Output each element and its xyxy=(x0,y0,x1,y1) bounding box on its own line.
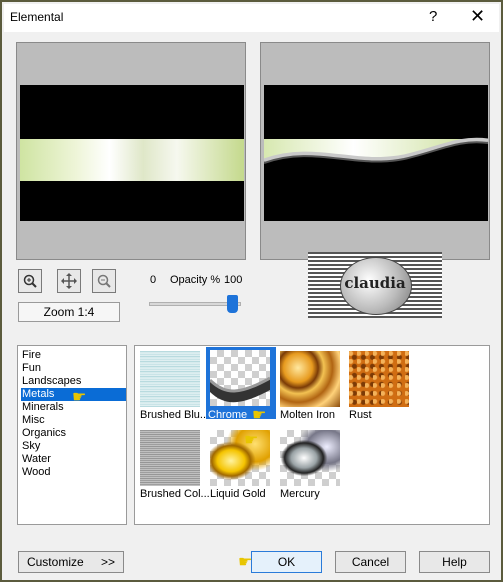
preset-mercury[interactable]: Mercury xyxy=(278,428,348,500)
help-button[interactable]: Help xyxy=(419,551,490,573)
category-fire[interactable]: Fire xyxy=(21,349,126,362)
category-misc[interactable]: Misc xyxy=(21,414,126,427)
close-button[interactable]: ✕ xyxy=(470,6,485,27)
zoom-out-button[interactable] xyxy=(92,269,116,293)
help-title-button[interactable]: ? xyxy=(429,8,437,25)
original-preview[interactable] xyxy=(16,42,246,260)
zoom-in-icon xyxy=(23,274,37,288)
cancel-button[interactable]: Cancel xyxy=(335,551,406,573)
pan-button[interactable] xyxy=(57,269,81,293)
customize-label: Customize xyxy=(26,555,84,569)
category-water[interactable]: Water xyxy=(21,453,126,466)
preset-label: Mercury xyxy=(280,488,320,500)
chrome-wave xyxy=(264,137,488,180)
result-preview xyxy=(260,42,490,260)
preset-label: Chrome xyxy=(208,409,248,421)
zoom-level: Zoom 1:4 xyxy=(18,302,120,322)
liquid-gold-thumbnail xyxy=(210,430,270,486)
preset-label: Brushed Col... xyxy=(140,488,210,500)
ok-button[interactable]: OK xyxy=(251,551,322,573)
category-fun[interactable]: Fun xyxy=(21,362,126,375)
preset-label: Rust xyxy=(349,409,372,421)
preset-brushed-blue[interactable]: Brushed Blu... xyxy=(138,349,210,421)
title-bar: Elemental ? ✕ xyxy=(4,4,499,32)
chrome-thumbnail xyxy=(210,350,270,406)
brushed-blue-thumbnail xyxy=(140,351,200,407)
category-list[interactable]: Fire Fun Landscapes Metals Minerals Misc… xyxy=(17,345,127,525)
preset-label: Liquid Gold xyxy=(210,488,266,500)
brushed-col-thumbnail xyxy=(140,430,200,486)
zoom-out-icon xyxy=(97,274,111,288)
opacity-label: Opacity % xyxy=(170,274,221,286)
preset-label: Brushed Blu... xyxy=(140,409,210,421)
rust-thumbnail xyxy=(349,351,409,407)
opacity-min: 0 xyxy=(150,274,157,286)
window-title: Elemental xyxy=(10,10,64,24)
pointer-hand-icon: ☛ xyxy=(252,407,267,424)
preview-band xyxy=(20,139,244,181)
move-icon xyxy=(61,273,77,289)
molten-iron-thumbnail xyxy=(280,351,340,407)
pointer-hand-icon: ☛ xyxy=(72,389,87,406)
dialog-window: Elemental ? ✕ Zoom 1:4 0 Opacity % 100 c… xyxy=(0,0,503,582)
preset-label: Molten Iron xyxy=(280,409,336,421)
logo-text: claudia xyxy=(344,274,406,292)
zoom-in-button[interactable] xyxy=(18,269,42,293)
author-logo: claudia xyxy=(308,252,442,318)
customize-arrow: >> xyxy=(101,555,116,569)
preset-liquid-gold[interactable]: Liquid Gold xyxy=(208,428,278,500)
preset-rust[interactable]: Rust xyxy=(347,349,417,421)
opacity-slider-thumb[interactable] xyxy=(227,295,238,313)
customize-button[interactable]: Customize >> xyxy=(18,551,124,573)
pointer-hand-icon: ☛ xyxy=(244,432,259,449)
category-wood[interactable]: Wood xyxy=(21,466,126,479)
preset-molten-iron[interactable]: Molten Iron xyxy=(278,349,348,421)
preset-gallery[interactable]: Brushed Blu... Chrome Molten Iron Rust B… xyxy=(134,345,490,525)
category-organics[interactable]: Organics xyxy=(21,427,126,440)
category-sky[interactable]: Sky xyxy=(21,440,126,453)
mercury-thumbnail xyxy=(280,430,340,486)
preset-brushed-col[interactable]: Brushed Col... xyxy=(138,428,210,500)
opacity-max: 100 xyxy=(224,274,243,286)
